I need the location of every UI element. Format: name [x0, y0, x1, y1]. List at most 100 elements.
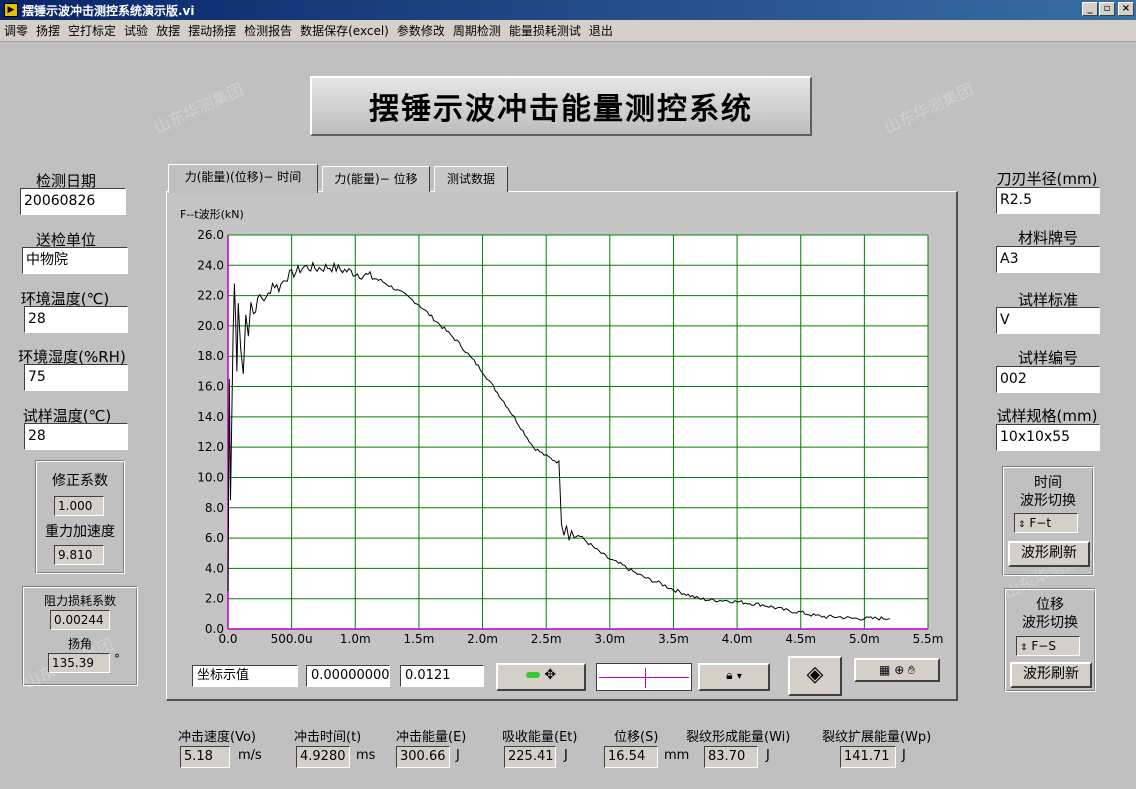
menu-calibrate[interactable]: 空打标定	[68, 22, 116, 39]
cursor-y-value: 0.0121	[400, 665, 484, 687]
cursor-move-button[interactable]: ✥	[496, 663, 586, 691]
window-title: 摆锤示波冲击测控系统演示版.vi	[22, 3, 195, 18]
app-icon: ▶	[4, 3, 18, 17]
displacement-label: 位移(S)	[614, 730, 659, 745]
cursor-lock-button[interactable]: 🔒︎ ▾	[698, 663, 770, 691]
cursor-x-value: 0.00000000	[306, 665, 390, 687]
cursor-navigator-button[interactable]: ◈	[788, 656, 842, 696]
crack-initiation-unit: J	[766, 748, 770, 763]
minimize-button[interactable]: _	[1082, 2, 1098, 16]
x-tick-label: 3.5m	[658, 632, 689, 646]
menu-periodic[interactable]: 周期检测	[453, 22, 501, 39]
impact-energy-value: 300.66	[396, 746, 450, 768]
resistance-label: 阻力损耗系数	[43, 594, 116, 608]
y-tick-label: 0.0	[205, 622, 224, 636]
crack-propagation-label: 裂纹扩展能量(Wp)	[822, 730, 932, 745]
stepper-arrows-icon[interactable]: ⇕	[1018, 520, 1026, 530]
cursor-led-icon	[525, 672, 540, 678]
menu-exit[interactable]: 退出	[589, 22, 613, 39]
client-unit-field[interactable]: 中物院	[22, 247, 128, 274]
y-tick-label: 22.0	[197, 289, 224, 303]
displacement-unit: mm	[664, 748, 690, 763]
sample-number-field[interactable]: 002	[996, 366, 1100, 393]
disp-wave-subtitle: 波形切换	[1022, 615, 1078, 631]
absorbed-energy-unit: J	[564, 748, 568, 763]
gravity-label: 重力加速度	[45, 524, 115, 540]
blade-radius-label: 刀刃半径(mm)	[996, 170, 1098, 188]
watermark-text: 山东华测集团	[881, 79, 977, 138]
sample-spec-field[interactable]: 10x10x55	[996, 424, 1100, 451]
tab-test-data[interactable]: 测试数据	[434, 166, 508, 192]
force-time-chart: F--t波形(kN) 0.0 500.0u 1.0m 1.5m 2.0m 2.5m 3.0m…	[180, 208, 944, 646]
menu-report[interactable]: 检测报告	[244, 22, 292, 39]
diamond-navigator-icon: ◈	[806, 662, 824, 687]
x-tick-label: 3.0m	[594, 632, 625, 646]
crack-initiation-label: 裂纹形成能量(Wi)	[686, 730, 791, 745]
sample-number-label: 试样编号	[1017, 349, 1078, 367]
y-tick-label: 14.0	[197, 410, 224, 424]
cursor-style-preview[interactable]	[596, 663, 692, 691]
maximize-button[interactable]: ▫	[1099, 2, 1115, 16]
menu-zero[interactable]: 调零	[4, 22, 28, 39]
menu-test[interactable]: 试验	[124, 22, 148, 39]
standard-field[interactable]: V	[996, 307, 1100, 334]
plot-area[interactable]	[228, 235, 928, 629]
window-controls: _ ▫ ×	[1082, 2, 1134, 16]
blade-radius-field[interactable]: R2.5	[996, 187, 1100, 214]
x-tick-label: 5.0m	[849, 632, 880, 646]
y-tick-label: 4.0	[205, 561, 224, 575]
pan-hand-icon[interactable]: ✋︎	[908, 663, 915, 677]
dropdown-arrow-icon: ▾	[736, 671, 742, 682]
x-tick-label: 4.0m	[722, 632, 753, 646]
tab-force-time[interactable]: 力(能量)(位移)− 时间	[168, 164, 318, 193]
close-button[interactable]: ×	[1118, 2, 1134, 16]
window-title-bar[interactable]: ▶ 摆锤示波冲击测控系统演示版.vi _ ▫ ×	[0, 0, 1136, 20]
material-field[interactable]: A3	[996, 246, 1100, 273]
y-tick-label: 12.0	[197, 440, 224, 454]
disp-wave-title: 位移	[1036, 597, 1064, 613]
sample-temp-field[interactable]: 28	[24, 423, 128, 450]
disp-wave-refresh-button[interactable]: 波形刷新	[1010, 662, 1092, 688]
impact-energy-label: 冲击能量(E)	[396, 730, 467, 745]
crack-propagation-unit: J	[902, 748, 906, 763]
menu-save-excel[interactable]: 数据保存(excel)	[300, 22, 389, 39]
y-tick-label: 24.0	[197, 258, 224, 272]
y-tick-label: 20.0	[197, 319, 224, 333]
disp-wave-selector[interactable]: ⇕ F−S	[1016, 636, 1080, 656]
impact-speed-value: 5.18	[180, 746, 230, 768]
impact-time-unit: ms	[356, 748, 376, 763]
menu-energy-loss[interactable]: 能量损耗测试	[509, 22, 581, 39]
menu-params[interactable]: 参数修改	[397, 22, 445, 39]
chart-title: F--t波形(kN)	[180, 208, 244, 221]
displacement-value: 16.54	[604, 746, 658, 768]
env-humidity-field[interactable]: 75	[24, 364, 128, 391]
menu-release[interactable]: 放摆	[156, 22, 180, 39]
gravity-value: 9.810	[54, 545, 104, 565]
test-date-field[interactable]: 20060826	[20, 188, 126, 215]
menu-bar: 调零 扬摆 空打标定 试验 放摆 摆动扬摆 检测报告 数据保存(excel) 参…	[0, 20, 1136, 42]
impact-time-label: 冲击时间(t)	[294, 730, 362, 745]
y-tick-label: 26.0	[197, 228, 224, 242]
scale-format-icon[interactable]: ▦	[879, 663, 890, 677]
tab-force-displacement[interactable]: 力(能量)− 位移	[322, 166, 430, 192]
menu-swing-raise[interactable]: 摆动扬摆	[188, 22, 236, 39]
menu-raise[interactable]: 扬摆	[36, 22, 60, 39]
cursor-label: 坐标示值	[192, 665, 298, 687]
time-wave-subtitle: 波形切换	[1020, 493, 1076, 509]
stepper-arrows-icon[interactable]: ⇕	[1020, 643, 1028, 653]
angle-unit: °	[114, 652, 120, 666]
lock-icon: 🔒︎	[726, 668, 733, 682]
time-wave-selector[interactable]: ⇕ F−t	[1014, 513, 1078, 533]
y-tick-label: 2.0	[205, 592, 224, 606]
y-tick-label: 16.0	[197, 380, 224, 394]
env-temp-field[interactable]: 28	[24, 306, 128, 333]
disp-wave-selector-value: F−S	[1031, 639, 1056, 653]
x-tick-label: 5.5m	[913, 632, 944, 646]
y-tick-label: 10.0	[197, 470, 224, 484]
x-tick-label: 2.5m	[531, 632, 562, 646]
time-wave-refresh-button[interactable]: 波形刷新	[1008, 541, 1090, 567]
crack-initiation-value: 83.70	[704, 746, 758, 768]
crack-propagation-value: 141.71	[840, 746, 896, 768]
sample-spec-label: 试样规格(mm)	[996, 407, 1098, 425]
zoom-icon[interactable]: ⊕	[894, 663, 904, 677]
